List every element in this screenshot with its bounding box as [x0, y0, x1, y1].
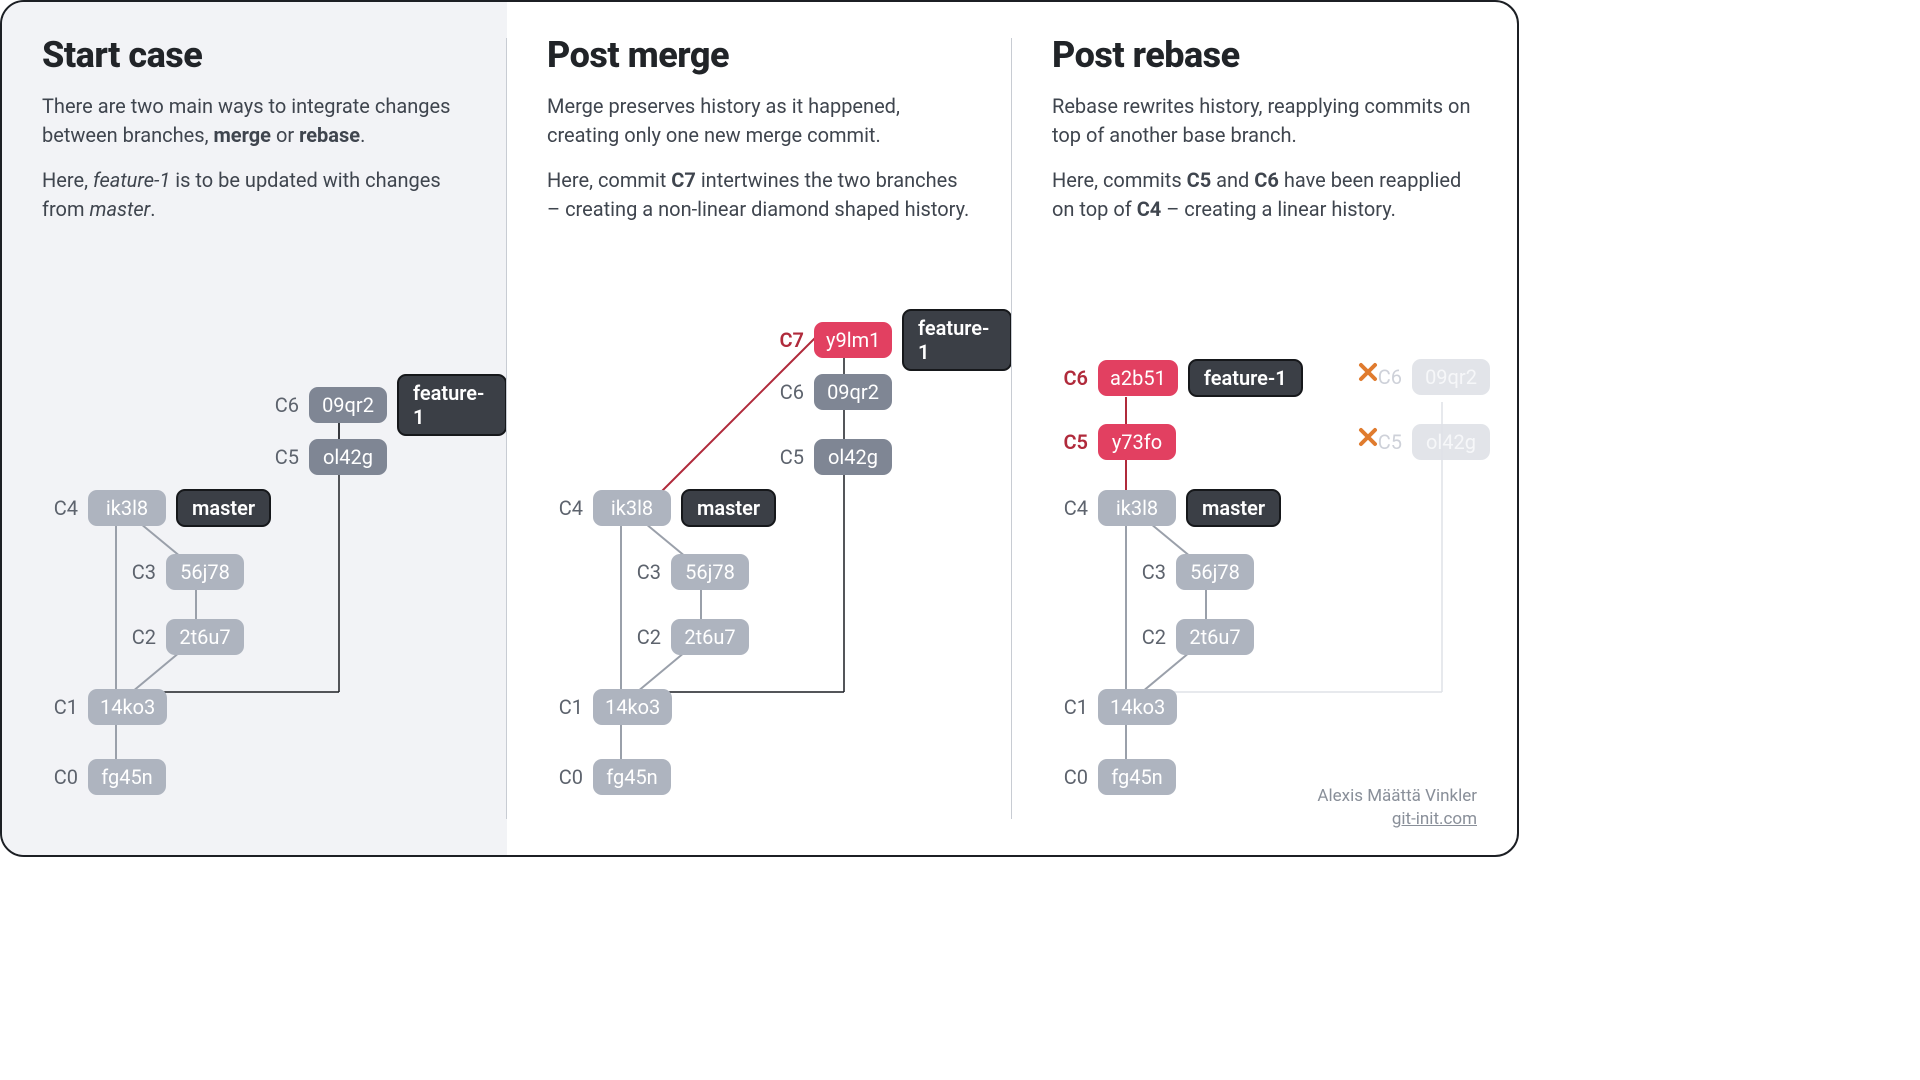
- commit-label: C5: [267, 445, 299, 469]
- commit-c4: C4 ik3l8 master: [46, 489, 271, 527]
- commit-hash: 09qr2: [814, 374, 892, 410]
- diagram-card: Start case There are two main ways to in…: [0, 0, 1519, 857]
- commit-c3: C3 56j78: [1134, 554, 1254, 590]
- col-rebase: Post rebase Rebase rewrites history, rea…: [1012, 2, 1517, 855]
- commit-hash: y73fo: [1098, 424, 1176, 460]
- commit-hash: 2t6u7: [1176, 619, 1254, 655]
- branch-master: master: [681, 489, 776, 527]
- commit-label: C7: [772, 328, 804, 352]
- commit-label: C1: [551, 695, 583, 719]
- commit-hash: 14ko3: [1098, 689, 1177, 725]
- commit-hash: 14ko3: [593, 689, 672, 725]
- commit-label: C2: [1134, 625, 1166, 649]
- commit-hash: 56j78: [166, 554, 244, 590]
- commit-c2: C2 2t6u7: [1134, 619, 1254, 655]
- commit-hash: ik3l8: [1098, 490, 1176, 526]
- branch-master: master: [176, 489, 271, 527]
- commit-c0: C0 fg45n: [551, 759, 671, 795]
- commit-c4: C4 ik3l8 master: [1056, 489, 1281, 527]
- commit-c2: C2 2t6u7: [124, 619, 244, 655]
- commit-label: C6: [1056, 366, 1088, 390]
- commit-hash: 2t6u7: [166, 619, 244, 655]
- commit-c2: C2 2t6u7: [629, 619, 749, 655]
- commit-c1: C1 14ko3: [1056, 689, 1177, 725]
- commit-label: C0: [46, 765, 78, 789]
- commit-label: C0: [551, 765, 583, 789]
- commit-hash: a2b51: [1098, 360, 1178, 396]
- commit-c3: C3 56j78: [629, 554, 749, 590]
- branch-feature: feature-1: [1188, 359, 1303, 397]
- commit-hash: 09qr2: [1412, 359, 1490, 395]
- merge-lines: [507, 2, 1012, 855]
- commit-c0: C0 fg45n: [1056, 759, 1176, 795]
- commit-label: C2: [629, 625, 661, 649]
- commit-label: C4: [46, 496, 78, 520]
- commit-label: C1: [46, 695, 78, 719]
- commit-hash: ol42g: [309, 439, 387, 475]
- cross-icon: [1358, 427, 1378, 447]
- commit-c3: C3 56j78: [124, 554, 244, 590]
- commit-hash: ik3l8: [593, 490, 671, 526]
- commit-label: C1: [1056, 695, 1088, 719]
- commit-hash: 56j78: [671, 554, 749, 590]
- branch-master: master: [1186, 489, 1281, 527]
- commit-hash: fg45n: [88, 759, 166, 795]
- commit-label: C0: [1056, 765, 1088, 789]
- credit: Alexis Määttä Vinkler git-init.com: [1317, 785, 1477, 831]
- commit-hash: 2t6u7: [671, 619, 749, 655]
- commit-hash: 09qr2: [309, 387, 387, 423]
- commit-hash: ol42g: [1412, 424, 1490, 460]
- commit-label: C3: [124, 560, 156, 584]
- commit-hash: ol42g: [814, 439, 892, 475]
- credit-author: Alexis Määttä Vinkler: [1317, 785, 1477, 808]
- commit-r5: C5 y73fo: [1056, 424, 1176, 460]
- col-start: Start case There are two main ways to in…: [2, 2, 507, 855]
- commit-label: C4: [551, 496, 583, 520]
- commit-label: C6: [267, 393, 299, 417]
- commit-c6: C6 09qr2: [772, 374, 892, 410]
- commit-hash: y9lm1: [814, 322, 892, 358]
- commit-label: C4: [1056, 496, 1088, 520]
- commit-c0: C0 fg45n: [46, 759, 166, 795]
- commit-label: C5: [772, 445, 804, 469]
- branch-feature: feature-1: [397, 374, 507, 436]
- commit-label: C5: [1056, 430, 1088, 454]
- ghost-c6: C6 09qr2: [1370, 359, 1490, 395]
- commit-hash: 56j78: [1176, 554, 1254, 590]
- commit-label: C3: [1134, 560, 1166, 584]
- commit-c4: C4 ik3l8 master: [551, 489, 776, 527]
- commit-hash: ik3l8: [88, 490, 166, 526]
- commit-label: C3: [629, 560, 661, 584]
- cross-icon: [1358, 362, 1378, 382]
- commit-c7: C7 y9lm1 feature-1: [772, 309, 1012, 371]
- commit-label: C2: [124, 625, 156, 649]
- branch-feature: feature-1: [902, 309, 1012, 371]
- commit-c1: C1 14ko3: [551, 689, 672, 725]
- commit-c5: C5 ol42g: [772, 439, 892, 475]
- commit-hash: 14ko3: [88, 689, 167, 725]
- commit-r6: C6 a2b51 feature-1: [1056, 359, 1303, 397]
- commit-hash: fg45n: [593, 759, 671, 795]
- commit-c1: C1 14ko3: [46, 689, 167, 725]
- credit-site: git-init.com: [1317, 808, 1477, 831]
- commit-label: C6: [772, 380, 804, 404]
- ghost-c5: C5 ol42g: [1370, 424, 1490, 460]
- commit-c6: C6 09qr2 feature-1: [267, 374, 507, 436]
- col-merge: Post merge Merge preserves history as it…: [507, 2, 1012, 855]
- commit-hash: fg45n: [1098, 759, 1176, 795]
- commit-c5: C5 ol42g: [267, 439, 387, 475]
